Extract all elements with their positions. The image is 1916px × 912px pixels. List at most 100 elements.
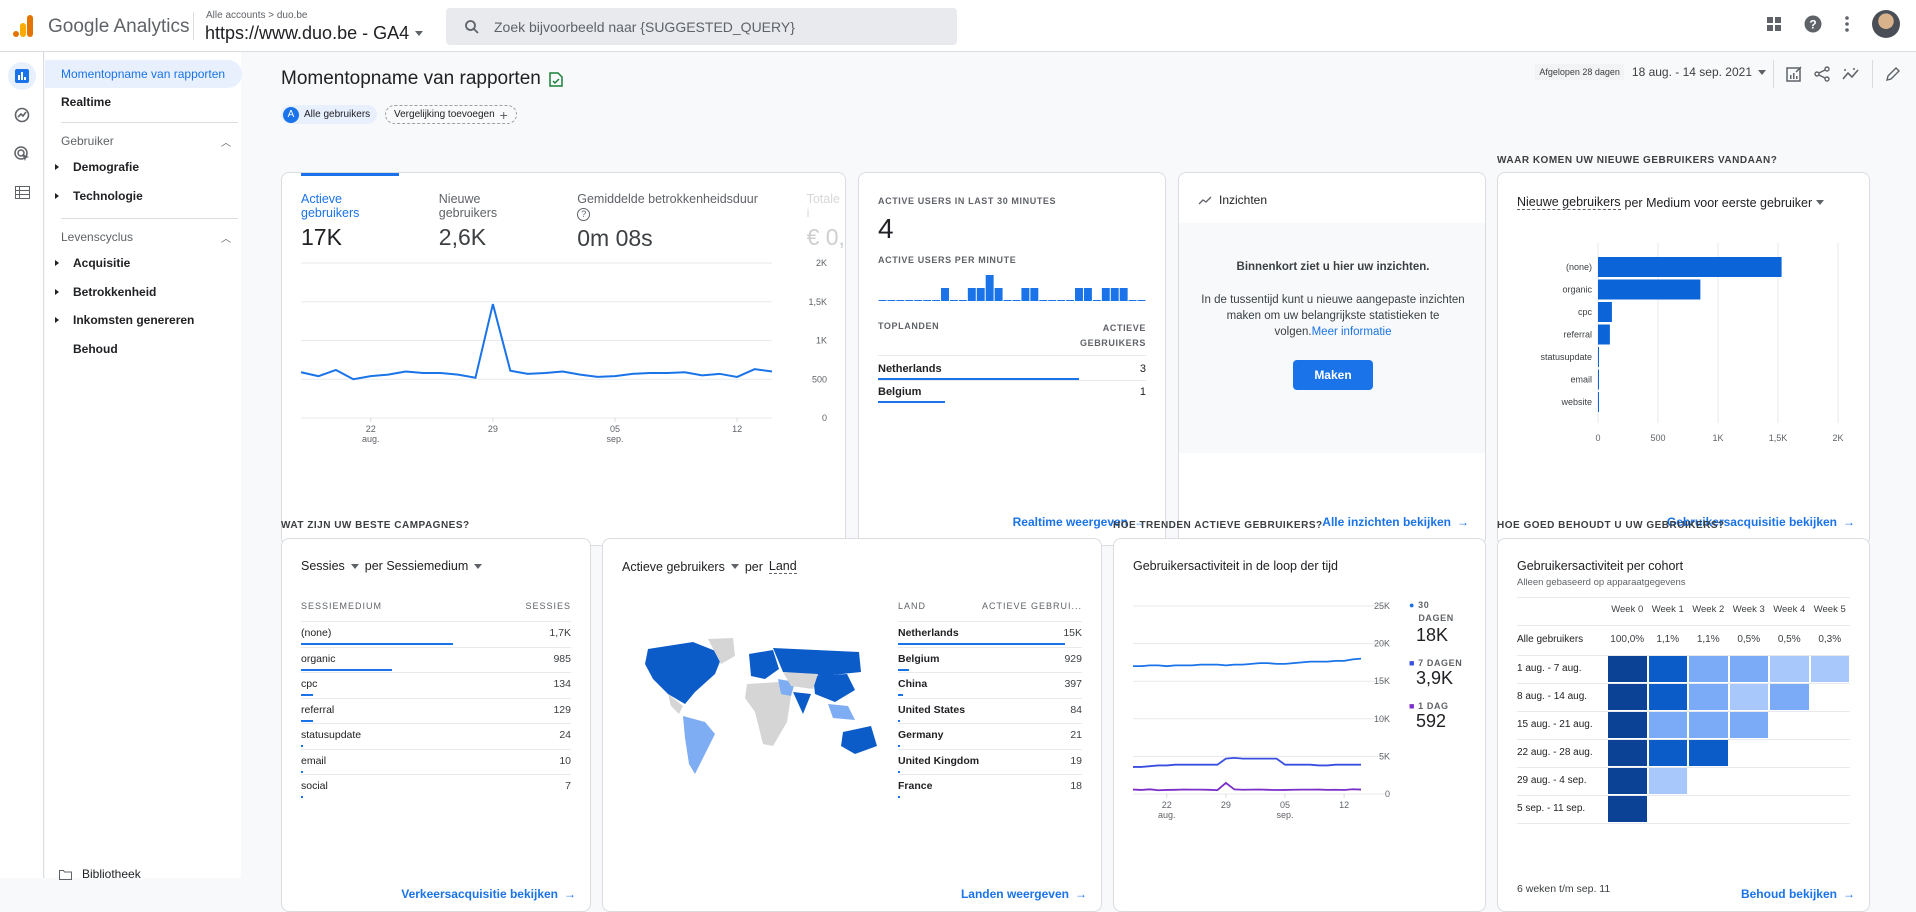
table-row[interactable]: cpc 134 [301,678,571,690]
chevron-down-icon[interactable] [350,563,359,569]
table-row[interactable]: Belgium 929 [898,653,1082,665]
arrow-right-icon: → [564,887,576,901]
heatmap-cell[interactable] [1608,740,1647,766]
sidebar-item-library[interactable]: Bibliotheek [59,867,141,881]
more-vert-icon[interactable] [1844,15,1850,33]
week-header: Week 5 [1813,604,1846,615]
x-tick-label: 1K [1712,433,1723,443]
heatmap-cell[interactable] [1729,656,1768,682]
table-row[interactable]: referral 129 [301,704,571,716]
heatmap-cell[interactable] [1608,796,1647,822]
plus-icon: + [499,106,508,123]
chevron-down-icon[interactable] [730,564,739,569]
view-countries-link[interactable]: Landen weergeven → [961,887,1087,901]
sidebar-group-user[interactable]: Gebruiker ︿ [61,134,231,149]
sidebar-item-realtime[interactable]: Realtime [45,88,241,116]
explore-icon[interactable] [8,101,36,129]
add-comparison-button[interactable]: Vergelijking toevoegen + [385,105,517,124]
retention-link[interactable]: Behoud bekijken → [1741,887,1855,901]
table-row[interactable]: Netherlands 15K [898,627,1082,639]
share-icon[interactable] [1814,66,1830,82]
create-insight-button[interactable]: Maken [1293,360,1373,390]
insights-icon[interactable] [1842,67,1860,81]
chevron-down-icon[interactable] [1816,200,1825,205]
apps-grid-icon[interactable] [1766,16,1782,32]
heatmap-cell[interactable] [1648,740,1687,766]
table-row[interactable]: social 7 [301,780,571,792]
segment-chip[interactable]: A Alle gebruikers [281,105,378,124]
cohort-label: 1 aug. - 7 aug. [1517,663,1582,674]
sidebar-item-behoud[interactable]: Behoud [45,335,241,363]
tab-active-users[interactable]: Actieve gebruikers 17K [301,192,401,252]
traffic-acquisition-link[interactable]: Verkeersacquisitie bekijken → [401,887,576,901]
table-row[interactable]: statusupdate 24 [301,729,571,741]
edit-pencil-icon[interactable] [1885,66,1900,82]
table-row[interactable]: Belgium 1 [878,386,1146,398]
heatmap-cell[interactable] [1689,712,1728,738]
week-header: Week 1 [1651,604,1684,615]
col-header-countries: TOPLANDEN [878,321,940,331]
chevron-up-icon: ︿ [221,138,231,149]
sidebar-item-inkomsten[interactable]: Inkomsten genereren [45,306,241,334]
heatmap-cell[interactable] [1689,684,1728,710]
reports-icon[interactable] [8,62,36,90]
tab-revenue[interactable]: Totale i € 0, [807,192,845,252]
col-header-medium: SESSIEMEDIUM [301,601,383,611]
heatmap-cell[interactable] [1608,684,1647,710]
chevron-down-icon[interactable] [474,563,483,569]
property-selector[interactable]: https://www.duo.be - GA4 [205,23,424,44]
table-row[interactable]: United Kingdom 19 [898,755,1082,767]
segment-label: Alle gebruikers [304,109,371,120]
dimension-selector[interactable]: per Sessiemedium [365,559,469,573]
heatmap-cell[interactable] [1648,712,1687,738]
heatmap-cell[interactable] [1729,712,1768,738]
heatmap-cell[interactable] [1608,656,1647,682]
account-avatar[interactable] [1872,10,1900,38]
heatmap-cell[interactable] [1648,768,1687,794]
sidebar-group-lifecycle[interactable]: Levenscyclus ︿ [61,230,231,245]
sidebar-item-acquisitie[interactable]: Acquisitie [45,249,241,277]
tab-engagement[interactable]: Gemiddelde betrokkenheidsduur ? 0m 08s [577,192,768,252]
table-row[interactable]: France 18 [898,780,1082,792]
customize-report-icon[interactable] [1786,66,1802,82]
sidebar-item-technologie[interactable]: Technologie [45,182,241,210]
date-range-picker[interactable]: Afgelopen 28 dagen 18 aug. - 14 sep. 202… [1535,64,1766,80]
heatmap-cell[interactable] [1770,684,1809,710]
tab-new-users[interactable]: Nieuwe gebruikers 2,6K [439,192,539,252]
search-input[interactable]: Zoek bijvoorbeeld naar {SUGGESTED_QUERY} [446,8,957,45]
table-row[interactable]: United States 84 [898,704,1082,716]
metric-selector[interactable]: Actieve gebruikers [622,560,725,574]
table-row[interactable]: organic 985 [301,653,571,665]
heatmap-cell[interactable] [1648,684,1687,710]
heatmap-cell[interactable] [1689,740,1728,766]
breadcrumb[interactable]: Alle accounts > duo.be [206,10,307,21]
heatmap-cell[interactable] [1729,684,1768,710]
dimension-selector[interactable]: Land [768,559,797,574]
help-icon[interactable]: ? [1804,15,1822,33]
metric-selector[interactable]: Nieuwe gebruikers [1517,195,1621,210]
heatmap-cell[interactable] [1608,712,1647,738]
dimension-selector[interactable]: per Medium voor eerste gebruiker [1625,196,1813,210]
table-row[interactable]: (none) 1,7K [301,627,571,639]
heatmap-cell[interactable] [1608,768,1647,794]
table-row[interactable]: email 10 [301,755,571,767]
heatmap-cell[interactable] [1810,656,1849,682]
sidebar-item-demografie[interactable]: Demografie [45,153,241,181]
more-info-link[interactable]: Meer informatie [1312,326,1392,338]
all-insights-link[interactable]: Alle inzichten bekijken → [1322,515,1469,529]
metric-selector[interactable]: Sessies [301,559,345,573]
configure-icon[interactable] [8,178,36,206]
heatmap-cell[interactable] [1689,656,1728,682]
heatmap-cell[interactable] [1770,656,1809,682]
sidebar-item-snapshot[interactable]: Momentopname van rapporten [45,60,242,88]
table-row[interactable]: China 397 [898,678,1082,690]
sidebar-item-betrokkenheid[interactable]: Betrokkenheid [45,278,241,306]
map-australia [841,726,877,754]
heatmap-cell[interactable] [1648,656,1687,682]
users-value: 15K [1063,627,1082,639]
report-status-icon[interactable] [549,71,563,87]
table-row[interactable]: Netherlands 3 [878,363,1146,375]
advertising-icon[interactable] [8,140,36,168]
help-outline-icon[interactable]: ? [577,208,591,221]
table-row[interactable]: Germany 21 [898,729,1082,741]
